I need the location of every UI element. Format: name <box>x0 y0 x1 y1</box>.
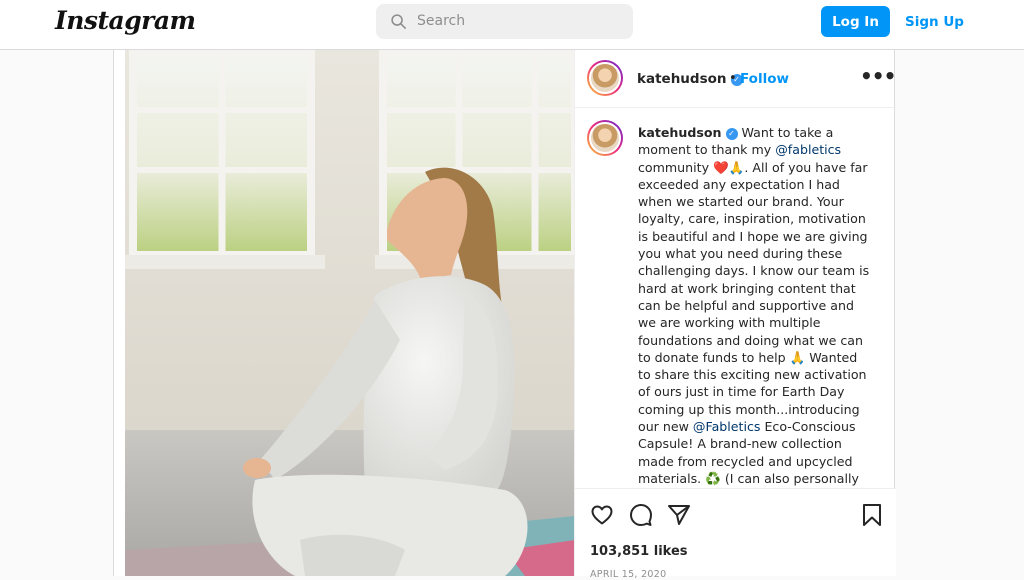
post-card: katehudson ✓ • Follow ••• katehudson ✓ Wan… <box>113 50 896 580</box>
bookmark-icon[interactable] <box>860 503 884 527</box>
verified-badge-icon: ✓ <box>725 128 738 140</box>
yoga-photo <box>125 50 575 576</box>
search-placeholder: Search <box>417 13 466 29</box>
share-icon[interactable] <box>667 503 691 527</box>
instagram-logo[interactable]: Instagram <box>55 6 196 35</box>
more-options-icon[interactable]: ••• <box>860 64 896 88</box>
avatar-image <box>589 62 621 94</box>
mention-link[interactable]: @Fabletics <box>693 419 761 434</box>
separator-dot: • <box>729 71 737 86</box>
caption-text: katehudson ✓ Want to take a moment to tha… <box>638 124 870 488</box>
avatar-image <box>589 122 621 154</box>
post-actions: 103,851 likes APRIL 15, 2020 <box>575 488 896 580</box>
likes-count[interactable]: 103,851 likes <box>590 544 688 559</box>
post-date[interactable]: APRIL 15, 2020 <box>590 569 666 580</box>
post-header: katehudson ✓ • Follow ••• <box>575 50 896 108</box>
post-username[interactable]: katehudson ✓ <box>637 71 743 87</box>
caption-avatar[interactable] <box>587 120 623 156</box>
heart-icon[interactable] <box>590 503 614 527</box>
post-side-panel: katehudson ✓ • Follow ••• katehudson ✓ Wan… <box>574 50 896 580</box>
search-input[interactable]: Search <box>376 4 633 39</box>
caption-part-2: community ❤️🙏. All of you have far excee… <box>638 159 870 435</box>
caption-section: katehudson ✓ Want to take a moment to tha… <box>575 108 896 488</box>
signup-link[interactable]: Sign Up <box>905 14 964 30</box>
mention-link[interactable]: @fabletics <box>775 142 841 157</box>
login-button[interactable]: Log In <box>821 6 890 37</box>
caption-username[interactable]: katehudson <box>638 125 722 140</box>
comment-icon[interactable] <box>629 503 653 527</box>
search-icon <box>391 14 407 30</box>
follow-button[interactable]: Follow <box>740 71 789 87</box>
post-image[interactable] <box>125 50 575 576</box>
avatar[interactable] <box>587 60 623 96</box>
top-nav: Instagram Search Log In Sign Up <box>0 0 1024 50</box>
username-text[interactable]: katehudson <box>637 71 727 87</box>
